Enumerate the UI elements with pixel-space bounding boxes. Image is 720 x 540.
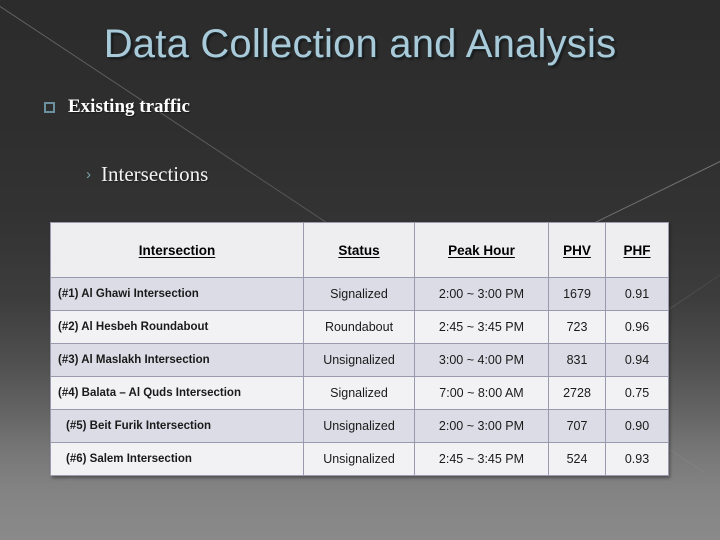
intersection-data-table: Intersection Status Peak Hour PHV PHF (#… [50, 222, 669, 476]
square-outline-bullet-icon [44, 101, 55, 113]
column-header-status: Status [303, 222, 415, 278]
bullet-level1: Existing traffic [44, 96, 190, 118]
cell-phf: 0.91 [605, 277, 669, 311]
cell-intersection: (#1) Al Ghawi Intersection [50, 277, 304, 311]
bullet-level2: › Intersections [86, 162, 208, 187]
cell-phv: 524 [548, 442, 606, 476]
slide-canvas: Data Collection and Analysis Existing tr… [0, 0, 720, 540]
intersection-data-table-wrapper: Intersection Status Peak Hour PHV PHF (#… [50, 222, 669, 476]
cell-intersection: (#5) Beit Furik Intersection [50, 409, 304, 443]
cell-intersection: (#4) Balata – Al Quds Intersection [50, 376, 304, 410]
cell-status: Unsignalized [303, 442, 415, 476]
column-header-phf: PHF [605, 222, 669, 278]
cell-status: Signalized [303, 277, 415, 311]
cell-phf: 0.96 [605, 310, 669, 344]
cell-phf: 0.90 [605, 409, 669, 443]
table-row: (#2) Al Hesbeh Roundabout Roundabout 2:4… [50, 310, 669, 344]
chevron-right-bullet-icon: › [86, 166, 91, 183]
cell-phf: 0.93 [605, 442, 669, 476]
table-row: (#5) Beit Furik Intersection Unsignalize… [50, 409, 669, 443]
cell-phv: 723 [548, 310, 606, 344]
cell-phv: 831 [548, 343, 606, 377]
cell-phv: 2728 [548, 376, 606, 410]
cell-phf: 0.94 [605, 343, 669, 377]
cell-phv: 707 [548, 409, 606, 443]
column-header-phv: PHV [548, 222, 606, 278]
table-header: Intersection Status Peak Hour PHV PHF [50, 222, 669, 278]
table-row: (#4) Balata – Al Quds Intersection Signa… [50, 376, 669, 410]
cell-phf: 0.75 [605, 376, 669, 410]
table-row: (#6) Salem Intersection Unsignalized 2:4… [50, 442, 669, 476]
table-row: (#1) Al Ghawi Intersection Signalized 2:… [50, 277, 669, 311]
bullet-level1-label: Existing traffic [68, 96, 190, 117]
cell-peak-hour: 2:00 ~ 3:00 PM [414, 409, 549, 443]
bullet-level2-label: Intersections [101, 162, 209, 186]
column-header-intersection: Intersection [50, 222, 304, 278]
cell-intersection: (#2) Al Hesbeh Roundabout [50, 310, 304, 344]
cell-peak-hour: 2:45 ~ 3:45 PM [414, 310, 549, 344]
table-body: (#1) Al Ghawi Intersection Signalized 2:… [50, 277, 669, 476]
cell-intersection: (#6) Salem Intersection [50, 442, 304, 476]
cell-status: Unsignalized [303, 409, 415, 443]
cell-intersection: (#3) Al Maslakh Intersection [50, 343, 304, 377]
cell-status: Signalized [303, 376, 415, 410]
cell-status: Unsignalized [303, 343, 415, 377]
table-header-row: Intersection Status Peak Hour PHV PHF [50, 222, 669, 278]
table-row: (#3) Al Maslakh Intersection Unsignalize… [50, 343, 669, 377]
cell-peak-hour: 2:00 ~ 3:00 PM [414, 277, 549, 311]
cell-status: Roundabout [303, 310, 415, 344]
cell-peak-hour: 7:00 ~ 8:00 AM [414, 376, 549, 410]
slide-title: Data Collection and Analysis [103, 22, 617, 66]
cell-phv: 1679 [548, 277, 606, 311]
cell-peak-hour: 2:45 ~ 3:45 PM [414, 442, 549, 476]
column-header-peak-hour: Peak Hour [414, 222, 549, 278]
cell-peak-hour: 3:00 ~ 4:00 PM [414, 343, 549, 377]
